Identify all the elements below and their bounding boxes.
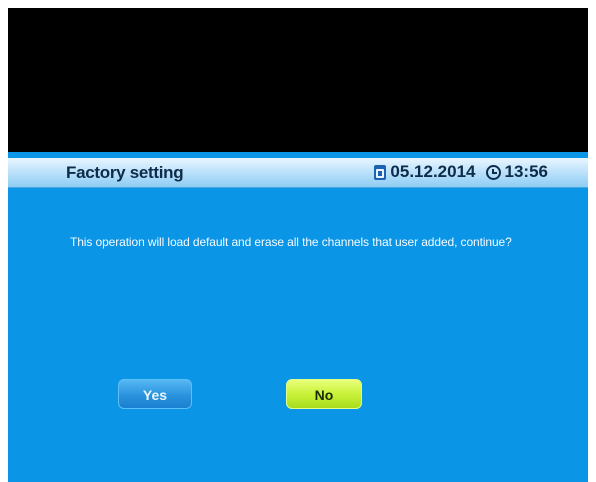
- tv-screen: Factory setting 05.12.2014 13:56 This op…: [8, 8, 588, 482]
- date-time-display: 05.12.2014 13:56: [374, 162, 548, 182]
- confirmation-message: This operation will load default and era…: [70, 235, 512, 249]
- time-text: 13:56: [504, 162, 548, 181]
- yes-button[interactable]: Yes: [118, 379, 192, 409]
- calendar-icon: [374, 164, 387, 180]
- title-bar: Factory setting 05.12.2014 13:56: [8, 158, 588, 188]
- page-title: Factory setting: [66, 163, 184, 182]
- no-button[interactable]: No: [286, 379, 362, 409]
- date-text: 05.12.2014: [390, 162, 476, 181]
- clock-icon: [485, 164, 501, 180]
- video-preview-area: [8, 8, 588, 152]
